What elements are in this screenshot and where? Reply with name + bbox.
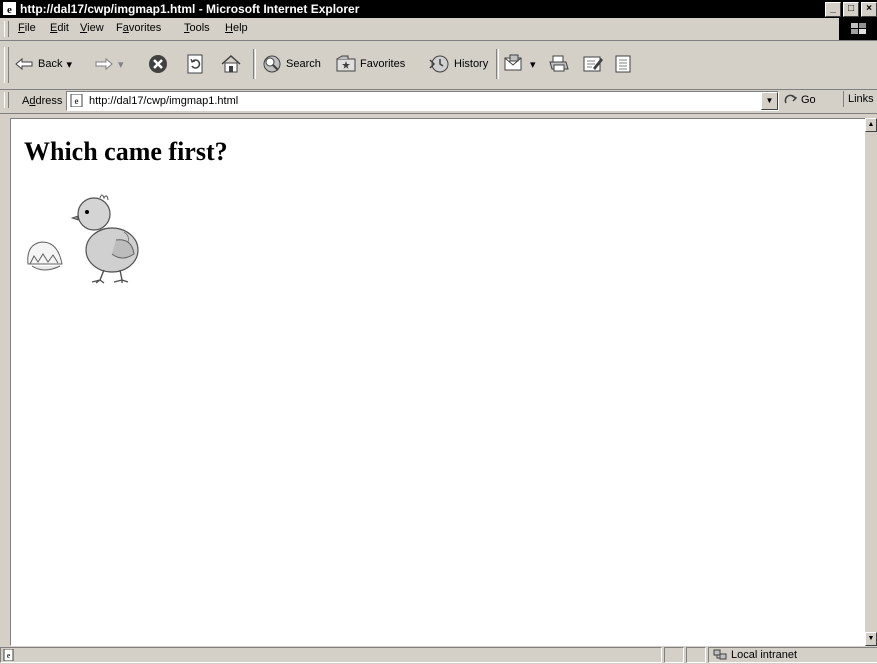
intranet-icon (713, 649, 727, 660)
page-heading: Which came first? (24, 137, 228, 166)
back-button[interactable]: Back ▾ (14, 51, 72, 77)
egg-shell-icon (27, 241, 63, 271)
svg-text:e: e (7, 4, 12, 15)
history-label: History (454, 58, 489, 70)
address-bar: Address e http://dal17/cwp/imgmap1.html … (0, 89, 877, 114)
egg-and-chick-image[interactable] (24, 192, 154, 284)
svg-text:e: e (7, 651, 11, 660)
menu-edit[interactable]: Edit (50, 22, 69, 34)
mail-button[interactable]: ▾ (504, 51, 536, 77)
links-button[interactable]: Links (843, 91, 877, 107)
throbber (839, 18, 877, 40)
menu-grip[interactable] (4, 21, 9, 37)
mail-dropdown-icon[interactable]: ▾ (530, 58, 536, 71)
address-grip[interactable] (4, 92, 9, 108)
address-label-text: dress (35, 95, 63, 107)
favorites-label: Favorites (360, 58, 406, 70)
close-button[interactable]: × (861, 2, 877, 17)
windows-logo-icon (851, 23, 866, 34)
edit-icon (583, 56, 603, 72)
menu-view[interactable]: View (80, 22, 104, 34)
print-button[interactable] (548, 51, 570, 77)
vertical-scrollbar[interactable]: ▲ ▼ (865, 118, 877, 646)
forward-arrow-icon (95, 57, 113, 71)
discuss-button[interactable] (614, 51, 632, 77)
edit-button[interactable] (582, 51, 604, 77)
toolbar-grip[interactable] (4, 47, 9, 83)
menu-label: vorites (128, 22, 162, 34)
menu-label: elp (232, 22, 248, 34)
forward-button[interactable]: ▾ (94, 51, 124, 77)
menu-label: ools (189, 22, 210, 34)
menu-favorites[interactable]: Favorites (116, 22, 161, 34)
address-dropdown-button[interactable]: ▼ (761, 92, 778, 110)
menu-tools[interactable]: Tools (184, 22, 210, 34)
toolbar-separator (496, 49, 499, 79)
address-label: Address (22, 95, 62, 107)
back-label: Back (38, 58, 63, 70)
home-button[interactable] (220, 51, 242, 77)
window-title: http://dal17/cwp/imgmap1.html - Microsof… (20, 2, 360, 16)
window-controls: _ □ × (825, 2, 877, 17)
go-button[interactable]: Go (784, 93, 816, 107)
menu-file[interactable]: File (18, 22, 36, 34)
go-arrow-icon (784, 94, 798, 104)
back-dropdown-icon[interactable]: ▾ (66, 58, 72, 71)
menu-accel: H (225, 22, 233, 34)
page-content: Which came first? (10, 118, 867, 646)
minimize-button[interactable]: _ (825, 2, 841, 17)
favorites-button[interactable]: Favorites (336, 51, 405, 77)
ie-page-icon: e (3, 648, 14, 662)
menu-bar: File Edit View Favorites Tools Help (0, 18, 877, 41)
mail-icon (504, 54, 522, 71)
title-bar[interactable]: e http://dal17/cwp/imgmap1.html - Micros… (0, 0, 877, 18)
zone-label: Local intranet (731, 649, 798, 661)
scroll-up-button[interactable]: ▲ (865, 118, 877, 132)
history-button[interactable]: History (428, 51, 488, 77)
back-arrow-icon (15, 57, 33, 71)
search-button[interactable]: Search (262, 51, 321, 77)
forward-dropdown-icon[interactable]: ▾ (118, 58, 124, 71)
address-input[interactable]: e http://dal17/cwp/imgmap1.html ▼ (66, 91, 779, 111)
history-icon (429, 55, 449, 73)
scroll-down-button[interactable]: ▼ (865, 632, 877, 646)
toolbar-separator (253, 49, 256, 79)
favorites-icon (336, 55, 356, 72)
search-label: Search (286, 58, 321, 70)
menu-label: ile (24, 22, 36, 34)
browser-window: e http://dal17/cwp/imgmap1.html - Micros… (0, 0, 877, 663)
standard-toolbar: Back ▾ ▾ Search Favorites History ▾ (0, 41, 877, 90)
print-icon (549, 55, 569, 72)
maximize-button[interactable]: □ (843, 2, 859, 17)
stop-icon (149, 55, 167, 73)
ie-page-icon: e (70, 94, 83, 107)
status-bar: e Local intranet (0, 646, 877, 663)
menu-label: iew (87, 22, 104, 34)
address-url: http://dal17/cwp/imgmap1.html (89, 95, 239, 107)
refresh-button[interactable] (186, 51, 204, 77)
go-label: Go (801, 94, 816, 106)
menu-help[interactable]: Help (225, 22, 248, 34)
svg-text:e: e (75, 96, 79, 106)
home-icon (221, 54, 241, 73)
ie-logo-icon: e (3, 2, 16, 15)
menu-label: dit (57, 22, 69, 34)
menu-label: F (116, 22, 123, 34)
refresh-icon (187, 54, 203, 74)
stop-button[interactable] (148, 51, 168, 77)
chick-icon (70, 194, 139, 284)
menu-accel: F (18, 22, 25, 34)
search-icon (263, 55, 281, 73)
discuss-icon (615, 55, 631, 73)
